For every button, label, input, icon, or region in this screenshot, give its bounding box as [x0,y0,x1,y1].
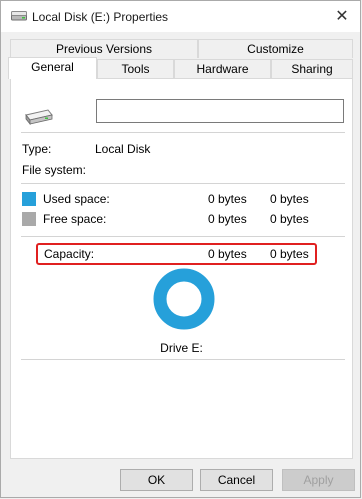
type-label: Type: [22,142,52,156]
apply-button[interactable]: Apply [282,469,355,491]
free-space-size: 0 bytes [270,212,309,226]
tab-hardware[interactable]: Hardware [174,59,271,78]
capacity-size: 0 bytes [270,247,309,261]
properties-window: Local Disk (E:) Properties ✕ Previous Ve… [0,0,361,498]
tab-tools[interactable]: Tools [97,59,174,78]
free-space-swatch [22,212,36,226]
free-space-label: Free space: [43,212,107,226]
general-panel: Type: Local Disk File system: Used space… [10,78,353,459]
tab-label: Customize [247,42,304,56]
drive-letter-label: Drive E: [160,341,203,355]
used-space-label: Used space: [43,192,110,206]
tab-label: Tools [121,62,150,76]
used-space-size: 0 bytes [270,192,309,206]
tab-label: General [31,60,74,74]
tab-general[interactable]: General [8,57,97,79]
usage-ring [153,268,215,330]
cancel-button[interactable]: Cancel [200,469,273,491]
ok-button[interactable]: OK [120,469,193,491]
drive-icon [25,109,53,126]
drive-icon [11,11,27,21]
close-icon: ✕ [335,8,349,25]
window-title: Local Disk (E:) Properties [32,10,169,24]
drive-name-input[interactable] [96,99,344,123]
usage-donut-chart [153,268,215,330]
used-space-swatch [22,192,36,206]
tab-label: Previous Versions [55,42,153,56]
tab-label: Hardware [196,62,249,76]
capacity-label: Capacity: [44,247,95,261]
tab-sharing[interactable]: Sharing [271,59,353,78]
separator [21,183,345,184]
type-value: Local Disk [95,142,151,156]
tab-label: Sharing [291,62,333,76]
separator [21,132,345,133]
close-button[interactable]: ✕ [332,7,352,27]
tab-customize[interactable]: Customize [198,39,353,58]
filesystem-label: File system: [22,163,87,177]
capacity-bytes: 0 bytes [208,247,247,261]
tab-previous-versions[interactable]: Previous Versions [10,39,198,58]
used-space-bytes: 0 bytes [208,192,247,206]
free-space-bytes: 0 bytes [208,212,247,226]
separator [21,236,345,237]
title-bar: Local Disk (E:) Properties ✕ [1,1,360,32]
separator [21,359,345,360]
